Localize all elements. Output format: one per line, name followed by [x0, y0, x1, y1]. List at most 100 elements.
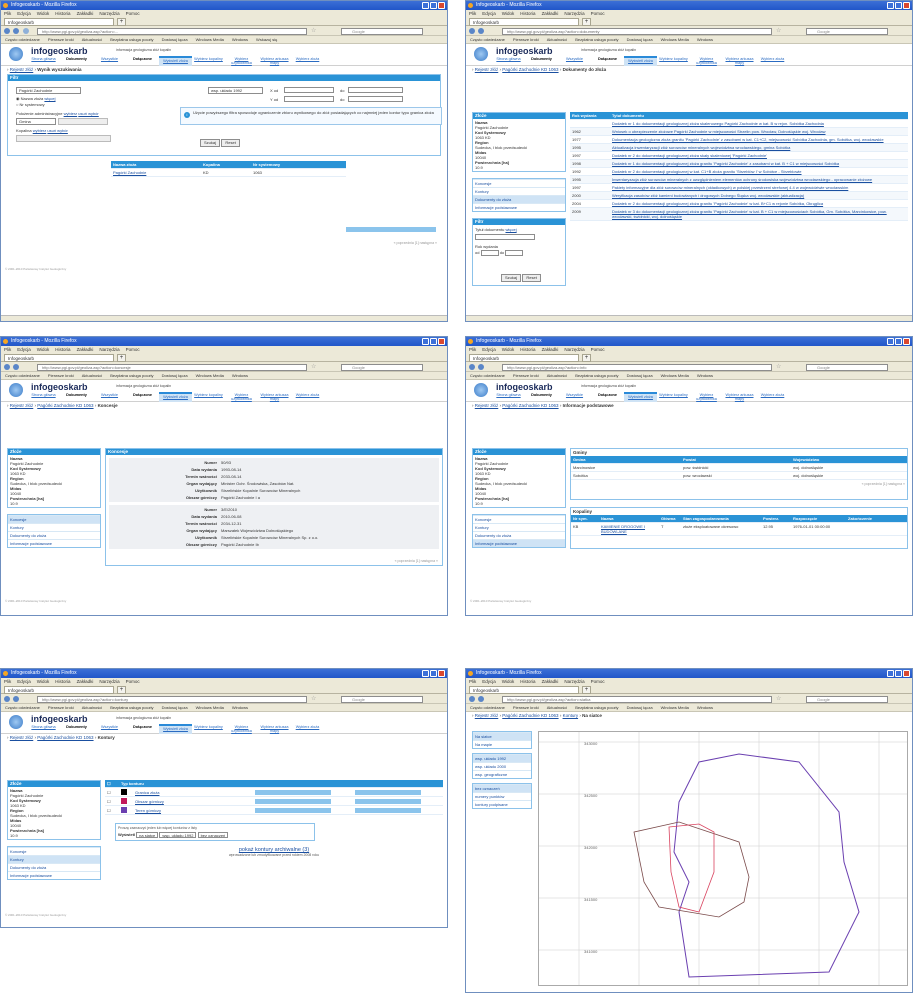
table-row[interactable]: 2000 Weryfikacja zasobów złóż kamieni bud… [570, 192, 908, 200]
search-box[interactable]: Google [806, 364, 888, 371]
menu-zakladki[interactable]: Zakładki [77, 679, 94, 684]
site-logo[interactable]: infogeoskarb [31, 714, 88, 724]
menu-plik[interactable]: Plik [4, 679, 11, 684]
menu-narzedzia[interactable]: Narzędzia [99, 347, 119, 352]
doc-title-link[interactable]: Aktualizacja inwentaryzacji złóż surowcó… [610, 144, 906, 151]
nav-dolaczone[interactable]: Dołączone [126, 56, 159, 66]
search-box[interactable]: Google [341, 364, 423, 371]
nav-home[interactable]: Strona główna [492, 392, 525, 402]
cell-nazwa-link[interactable]: KAMIENIE DROGOWE I BUDOWLANE [599, 523, 659, 535]
forward-icon[interactable] [13, 364, 19, 370]
menu-plik[interactable]: Plik [469, 11, 476, 16]
sidebar-item-kontury[interactable]: Kontury [473, 523, 565, 531]
menu-plik[interactable]: Plik [469, 347, 476, 352]
maximize-button[interactable] [895, 670, 902, 677]
label-select[interactable]: bez oznaczeń [197, 832, 229, 838]
sidebar-item-kontury[interactable]: Kontury [8, 855, 100, 863]
select-all-checkbox[interactable]: ☐ [105, 780, 119, 787]
breadcrumb-rejestr[interactable]: Rejestr złóż [10, 735, 34, 740]
forward-icon[interactable] [13, 696, 19, 702]
col-year[interactable]: Rok wydania [570, 112, 610, 119]
menu-pomoc[interactable]: Pomoc [126, 11, 140, 16]
doc-title-link[interactable]: Dodatek nr 3 do dokumentacji geologiczne… [610, 208, 906, 220]
bookmark-item[interactable]: Windows Media [661, 705, 689, 710]
minimize-button[interactable] [422, 670, 429, 677]
menu-historia[interactable]: Historia [520, 11, 535, 16]
sidebar-item-koncesje[interactable]: Koncesje [473, 179, 565, 187]
reset-button[interactable]: Reset [221, 139, 240, 147]
sidebar-item-dokumenty[interactable]: Dokumenty do złoża [473, 531, 565, 539]
bookmark-item[interactable]: Windows [232, 37, 248, 42]
breadcrumb-deposit[interactable]: Pagórki Zachodnie KD 1063 [37, 735, 93, 740]
menu-pomoc[interactable]: Pomoc [591, 347, 605, 352]
menu-widok[interactable]: Widok [37, 11, 50, 16]
nav-wyswietl-zloza[interactable]: Wyświetl złoża [159, 56, 192, 66]
nav-dokumenty[interactable]: Dokumenty [525, 56, 558, 66]
site-logo[interactable]: infogeoskarb [496, 382, 553, 392]
menu-edycja[interactable]: Edycja [17, 679, 31, 684]
nav-kopaliny[interactable]: Wybierz kopaliny [657, 56, 690, 66]
nav-arkusz[interactable]: Wybierz arkusza mapy [723, 392, 756, 402]
back-icon[interactable] [4, 696, 10, 702]
doc-title-link[interactable]: Dodatek nr 1 do dokumentacji geologiczne… [610, 120, 906, 127]
nav-wszystkie[interactable]: Wszystkie [93, 56, 126, 66]
col-nr[interactable]: Nr systemowy [251, 161, 341, 168]
forward-icon[interactable] [478, 696, 484, 702]
breadcrumb-rejestr[interactable]: Rejestr złóż [10, 67, 34, 72]
bookmark-item[interactable]: Często odwiedzane [470, 373, 505, 378]
bookmark-item[interactable]: Często odwiedzane [5, 37, 40, 42]
view-na-siatce[interactable]: Na siatce [473, 732, 531, 740]
new-tab-button[interactable]: + [117, 686, 126, 694]
nav-home[interactable]: Strona główna [27, 392, 60, 402]
doc-title-link[interactable]: Pakiety informacyjne dla złóż surowców m… [610, 184, 906, 191]
year-from-input[interactable] [480, 250, 499, 257]
address-bar[interactable]: http://www.pgi.gov.pl/geoliza.asp?action… [37, 364, 307, 371]
menu-widok[interactable]: Widok [37, 347, 50, 352]
menu-widok[interactable]: Widok [37, 679, 50, 684]
browser-tab[interactable]: Infogeoskarb [469, 686, 579, 694]
contour-checkbox[interactable]: ☐ [105, 807, 119, 814]
menu-pomoc[interactable]: Pomoc [126, 679, 140, 684]
site-logo[interactable]: infogeoskarb [31, 46, 88, 56]
name-input[interactable]: Pagórki Zachodnie [16, 87, 81, 94]
bookmark-item[interactable]: Windows [697, 373, 713, 378]
sidebar-item-informacje[interactable]: Informacje podstawowe [8, 871, 100, 879]
nav-home[interactable]: Strona główna [492, 56, 525, 66]
bookmark-star-icon[interactable]: ☆ [311, 27, 316, 34]
browser-tab[interactable]: Infogeoskarb [469, 18, 579, 26]
browser-tab[interactable]: Infogeoskarb [469, 354, 579, 362]
gmina-value[interactable] [58, 118, 108, 125]
maximize-button[interactable] [430, 670, 437, 677]
sidebar-item-koncesje[interactable]: Koncesje [8, 515, 100, 523]
nav-dolaczone[interactable]: Dołączone [126, 392, 159, 402]
menu-edycja[interactable]: Edycja [17, 11, 31, 16]
coord-select[interactable]: wsp. układu 1992 [159, 832, 197, 838]
address-bar[interactable]: http://www.pgi.gov.pl/geoliza.asp?action… [502, 696, 772, 703]
breadcrumb-rejestr[interactable]: Rejestr złóż [475, 67, 499, 72]
minimize-button[interactable] [887, 670, 894, 677]
menu-historia[interactable]: Historia [55, 679, 70, 684]
bookmark-item[interactable]: Dostosuj łącza [627, 373, 653, 378]
bookmark-item[interactable]: Często odwiedzane [5, 373, 40, 378]
sidebar-item-informacje[interactable]: Informacje podstawowe [8, 539, 100, 547]
menu-plik[interactable]: Plik [469, 679, 476, 684]
reset-button[interactable]: Reset [522, 274, 541, 282]
col-nazwa[interactable]: Nazwa [599, 515, 659, 522]
menu-zakladki[interactable]: Zakładki [542, 11, 559, 16]
bookmark-item[interactable]: Pierwsze kroki [513, 373, 539, 378]
menu-zakladki[interactable]: Zakładki [542, 347, 559, 352]
table-row[interactable]: 1995 Aktualizacja inwentaryzacji złóż sur… [570, 144, 908, 152]
back-icon[interactable] [4, 28, 10, 34]
back-icon[interactable] [4, 364, 10, 370]
nav-zloza[interactable]: Wybierz złoża [291, 56, 324, 66]
menu-pomoc[interactable]: Pomoc [591, 11, 605, 16]
sidebar-item-kontury[interactable]: Kontury [473, 187, 565, 195]
nav-arkusz[interactable]: Wybierz arkusza mapy [258, 392, 291, 402]
breadcrumb-deposit[interactable]: Pagórki Zachodnie KD 1063 [502, 403, 558, 408]
nav-uzytkownik[interactable]: Wybierz użytkownika [225, 724, 258, 734]
sidebar-item-informacje[interactable]: Informacje podstawowe [473, 539, 565, 547]
sidebar-item-kontury[interactable]: Kontury [8, 523, 100, 531]
menu-zakladki[interactable]: Zakładki [77, 11, 94, 16]
back-icon[interactable] [469, 364, 475, 370]
nav-dolaczone[interactable]: Dołączone [591, 56, 624, 66]
